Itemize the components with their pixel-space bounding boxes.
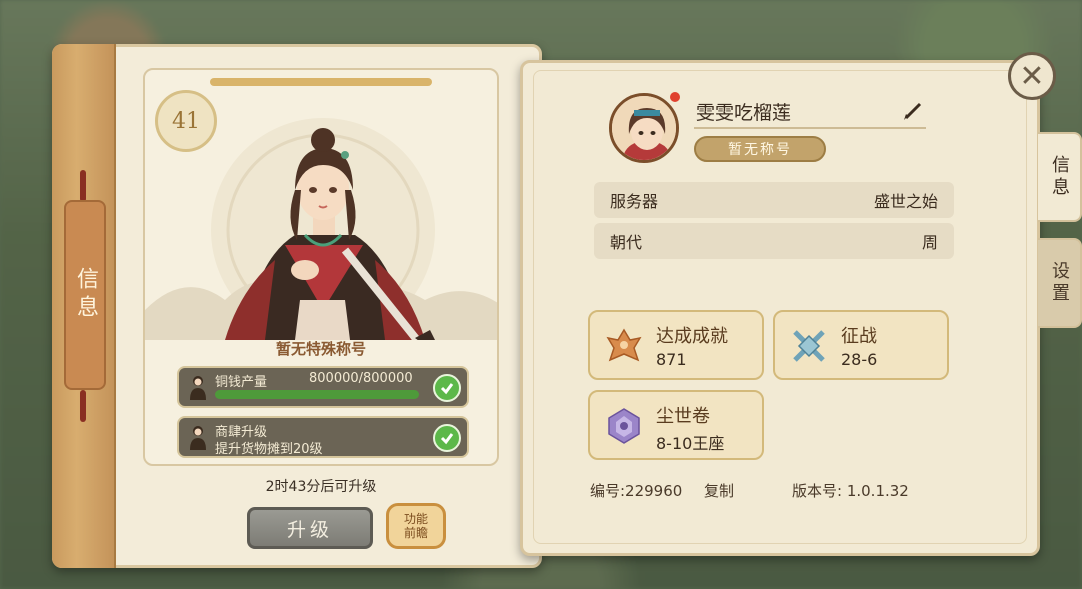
player-name: 雯雯吃榴莲: [696, 102, 792, 124]
title-badge[interactable]: 暂无称号: [694, 136, 826, 162]
upgrade-time: 2时43分后可升级: [265, 479, 377, 495]
avatar[interactable]: [609, 93, 679, 163]
task-label: 铜钱产量: [215, 375, 268, 390]
stat-title: 尘世卷: [656, 406, 710, 427]
special-title: 暂无特殊称号: [275, 340, 366, 358]
preview-label-line2: 前瞻: [403, 526, 428, 540]
side-tab-info-label: 信息: [1049, 155, 1070, 199]
stat-world-scroll[interactable]: 尘世卷 8-10王座: [588, 390, 764, 460]
spine-tab-label: 信息: [73, 267, 98, 323]
task-progress-text: 800000/800000: [309, 371, 413, 386]
stat-value: 28-6: [841, 350, 878, 369]
version-label: 版本号: 1.0.1.32: [792, 482, 909, 500]
task-coin-output: 铜钱产量 800000/800000: [177, 366, 469, 408]
dynasty-row: 朝代 周: [594, 223, 954, 259]
notification-dot: [670, 92, 680, 102]
stat-value: 871: [656, 350, 687, 369]
task-label-line2: 提升货物摊到20级: [215, 442, 323, 457]
close-icon: ✕: [1019, 58, 1045, 94]
stat-achievements[interactable]: 达成成就 871: [588, 310, 764, 380]
person-icon: [190, 426, 206, 450]
stat-title: 达成成就: [656, 326, 728, 347]
phoenix-icon: [606, 328, 642, 362]
spine-rod-bottom: [80, 390, 86, 422]
spine-rod-top: [80, 170, 86, 202]
character-card: 41 暂无特殊称号 铜钱产量 800000/800000 商肆升级 提升货物摊到…: [143, 68, 499, 466]
side-tab-settings-label: 设置: [1049, 261, 1070, 305]
spine-tab-info[interactable]: 信息: [64, 200, 106, 390]
level-badge: 41: [155, 90, 217, 152]
progress-track: [215, 390, 419, 399]
stat-value: 8-10王座: [656, 434, 725, 453]
preview-label-line1: 功能: [403, 512, 428, 526]
task-shop-upgrade: 商肆升级 提升货物摊到20级: [177, 416, 469, 458]
check-icon: [433, 424, 461, 452]
stat-campaign[interactable]: 征战 28-6: [773, 310, 949, 380]
side-tab-settings[interactable]: 设置: [1038, 238, 1082, 328]
server-label: 服务器: [610, 192, 659, 211]
close-button[interactable]: ✕: [1008, 52, 1056, 100]
side-tab-info[interactable]: 信息: [1038, 132, 1082, 222]
feature-preview-button[interactable]: 功能 前瞻: [386, 503, 446, 549]
server-value: 盛世之始: [873, 192, 938, 211]
crossed-swords-icon: [793, 330, 825, 362]
person-icon: [190, 376, 206, 400]
crest-icon: [608, 408, 640, 444]
check-icon: [433, 374, 461, 402]
stat-title: 征战: [841, 326, 877, 347]
name-underline: [694, 127, 926, 129]
progress-fill: [215, 390, 419, 399]
card-top-bar: [210, 78, 432, 86]
server-row: 服务器 盛世之始: [594, 182, 954, 218]
copy-button[interactable]: 复制: [704, 480, 734, 501]
player-id: 编号:229960: [590, 482, 683, 500]
upgrade-button[interactable]: 升级: [247, 507, 373, 549]
dynasty-value: 周: [921, 233, 938, 252]
dynasty-label: 朝代: [610, 233, 643, 252]
edit-brush-icon[interactable]: [902, 100, 924, 122]
